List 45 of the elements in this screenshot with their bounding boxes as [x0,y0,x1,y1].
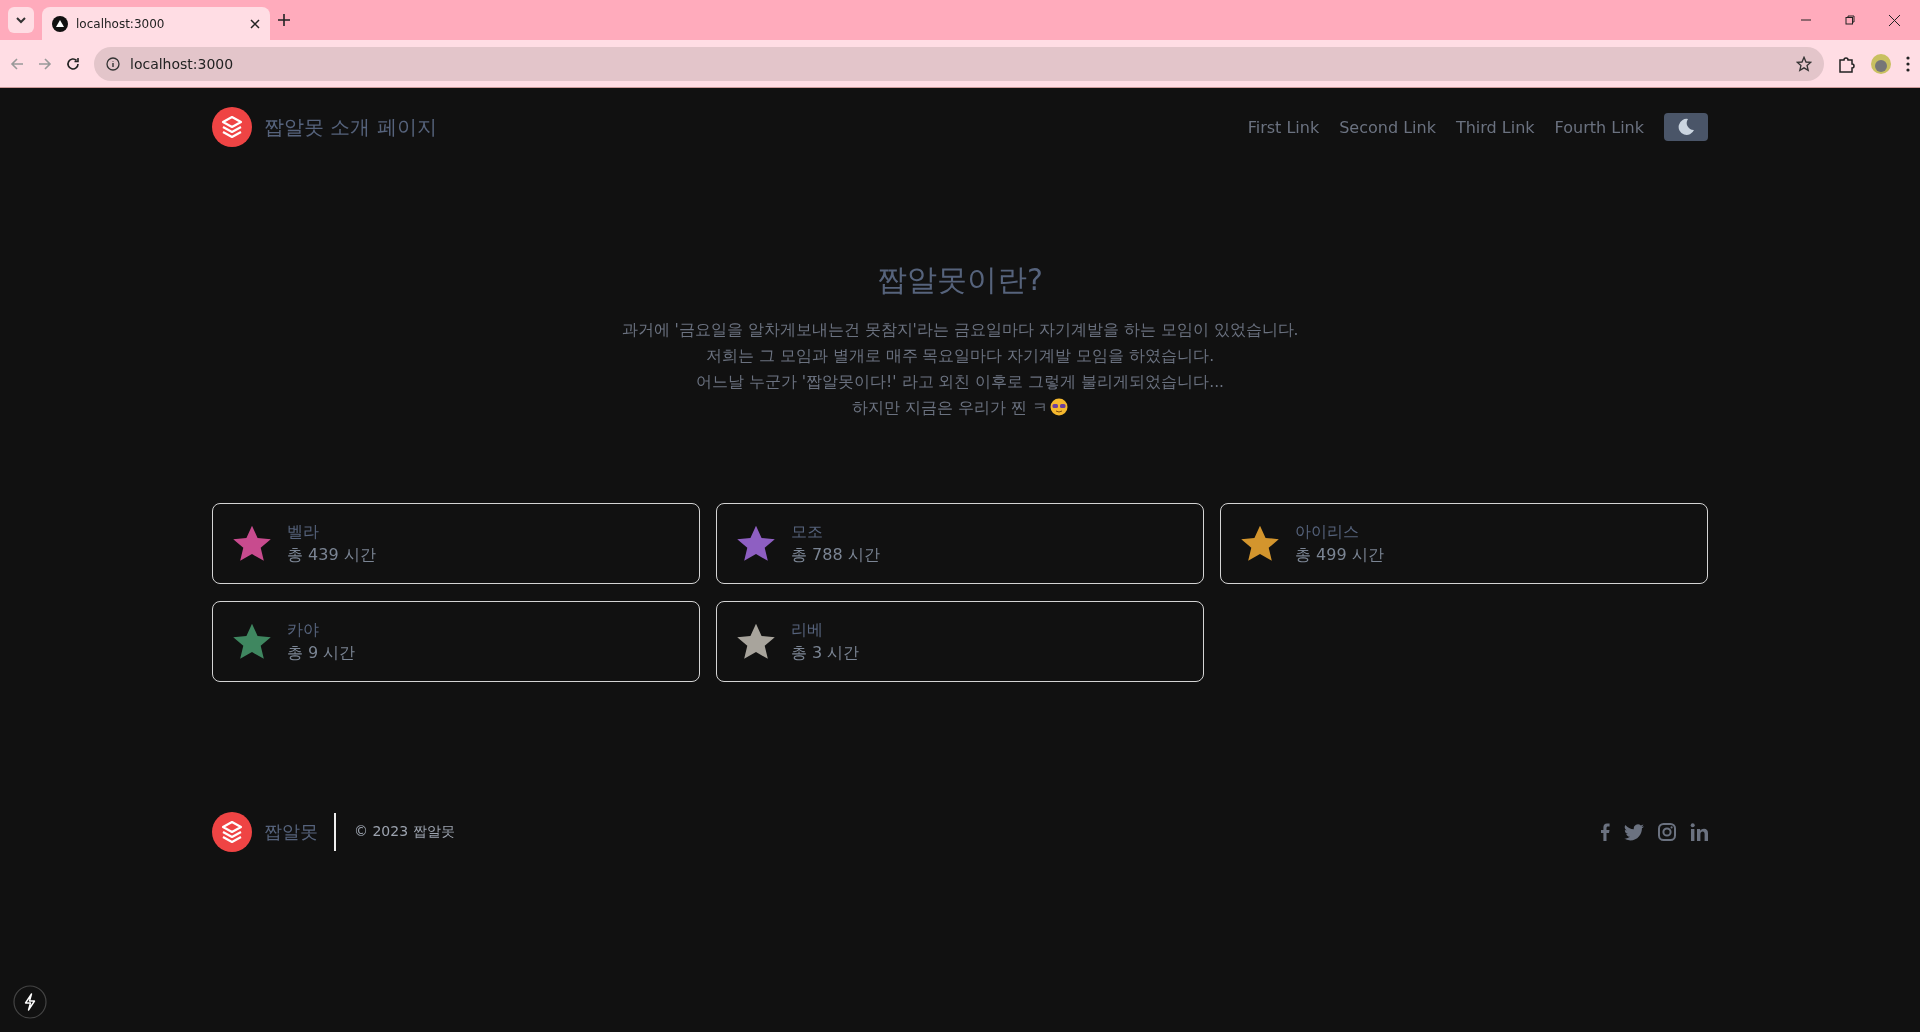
close-icon[interactable] [1889,14,1900,26]
logo-icon [212,812,252,852]
avatar-icon[interactable] [1870,52,1892,75]
menu-icon[interactable] [1906,55,1910,72]
address-bar[interactable]: localhost:3000 [94,46,1824,81]
moon-icon [1677,118,1695,136]
member-hours: 총 788 시간 [791,544,880,566]
nav-link[interactable]: Third Link [1455,117,1535,137]
member-name: 리베 [791,619,824,641]
hero-title: 짭알못이란? [876,261,1044,299]
browser-tab[interactable]: localhost:3000 [42,7,270,40]
bookmark-star-icon[interactable] [1796,55,1812,72]
tab-list-icon[interactable] [8,7,34,33]
nav-link[interactable]: Second Link [1339,117,1436,137]
theme-toggle-button[interactable] [1664,113,1708,141]
member-hours: 총 499 시간 [1295,544,1384,566]
nav-link[interactable]: First Link [1247,117,1320,137]
site-title: 짭알못 소개 페이지 [264,113,437,141]
member-name: 카야 [287,619,320,641]
intro-text: 과거에 '금요일을 알차게보내는건 못참지'라는 금요일마다 자기계발을 하는 모임이 있었습니다. [621,321,1299,339]
member-name: 벨라 [287,521,320,543]
nav-link[interactable]: Fourth Link [1554,117,1644,137]
facebook-icon[interactable] [1600,823,1610,841]
linkedin-icon[interactable] [1690,823,1708,841]
footer-brand: 짭알못 [264,820,318,844]
reload-icon[interactable] [66,56,80,71]
member-hours: 총 9 시간 [287,642,356,664]
intro-text: 하지만 지금은 우리가 찐 ㅋ [852,399,1048,417]
plus-icon[interactable] [278,14,290,26]
puzzle-icon[interactable] [1838,54,1856,73]
member-hours: 총 439 시간 [287,544,376,566]
info-icon [106,56,120,71]
restore-icon[interactable] [1845,14,1855,25]
member-name: 모조 [791,521,824,543]
copyright-text: © 2023 짭알못 [354,823,455,841]
member-hours: 총 3 시간 [791,642,860,664]
member-name: 아이리스 [1295,521,1360,543]
sunglasses-face-icon [1049,398,1068,416]
instagram-icon[interactable] [1658,823,1676,841]
close-icon[interactable] [250,18,260,29]
logo-icon [212,107,252,147]
intro-text: 저희는 그 모임과 별개로 매주 목요일마다 자기계발 모임을 하였습니다. [705,347,1215,365]
lightning-icon[interactable] [13,985,47,1019]
intro-text: 어느날 누군가 '짭알못이다!' 라고 외친 이후로 그렇게 불리게되었습니다... [696,373,1224,391]
twitter-icon[interactable] [1624,823,1644,841]
